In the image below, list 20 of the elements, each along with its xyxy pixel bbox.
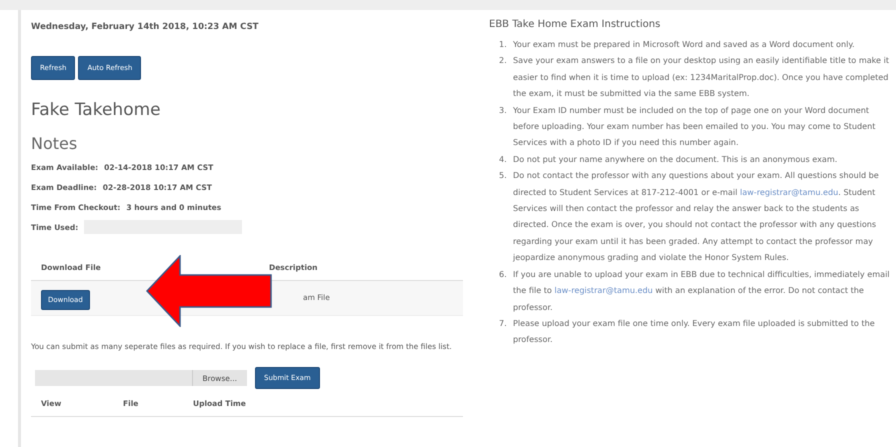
item-number: 5. <box>499 169 508 182</box>
item-number: 7. <box>499 316 508 330</box>
instruction-item: Save your exam answers to a file on your desktop using an easily identifiable title to make it easier to find when it is time to upload (ex: 1234MaritalProp.doc). Once you have completed the exam, it must be submitted via the same EBB system. <box>513 54 890 100</box>
date-text: Wednesday, February 14th 2018, 10:23 AM CST <box>31 22 260 32</box>
item-number: 6. <box>499 268 508 281</box>
item-number: 4. <box>499 152 508 166</box>
instruction-item: If you are unable to upload your exam in EBB due to technical difficulties, immediately email the file to law-registrar@tamu.edu with an explanation of the error. Do not contact the professor. <box>513 268 891 314</box>
email-link[interactable]: law-registrar@tamu.edu <box>740 186 838 197</box>
item-number: 3. <box>499 104 508 117</box>
instruction-item: Your Exam ID number must be included on the top of page one on your Word document before uploading. Your exam number has been emailed to you. You may come to Student Services with a photo ID if you need this number again. <box>513 104 876 150</box>
email-link[interactable]: law-registrar@tamu.edu <box>554 285 653 296</box>
instruction-item: Please upload your exam file one time only. Every exam file uploaded is submitted to the professor. <box>513 316 876 346</box>
section-heading: Notes <box>31 134 78 153</box>
instruction-item: Do not contact the professor with any questions about your exam. All questions should be directed to Student Services at 817-212-4001 or e-mail law-registrar@tamu.edu. Student Services will then contact the professor and relay the answer back to the students as directed. Once the exam is over, you should not contact the professor with any questions regarding your exam until it has been graded. Any attempt to contact the professor may jeopardize anonymous grading and violate the Honor System Rules. <box>513 169 880 264</box>
instruction-item: Your exam must be prepared in Microsoft Word and saved as a Word document only. <box>513 38 856 51</box>
item-number: 1. <box>499 38 508 51</box>
instruction-item: Do not put your name anywhere on the document. This is an anonymous exam. <box>513 152 838 166</box>
item-number: 2. <box>499 54 508 68</box>
instructions-title: EBB Take Home Exam Instructions <box>489 19 662 30</box>
exam-title: Fake Takehome <box>31 100 162 120</box>
